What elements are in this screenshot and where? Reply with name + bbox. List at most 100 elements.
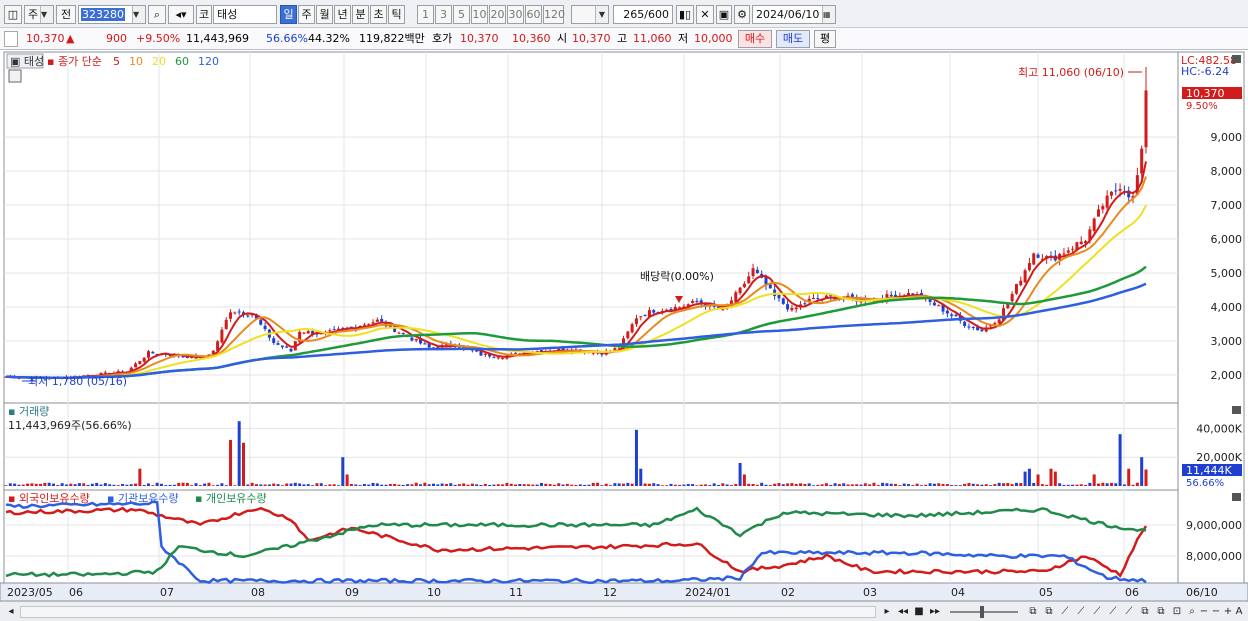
window-menu-icon[interactable]: ◫: [4, 5, 22, 24]
period-button-1[interactable]: 주: [298, 5, 315, 24]
scroll-left-icon[interactable]: ◂: [4, 605, 18, 619]
volume-bar: [181, 482, 185, 486]
gear-icon[interactable]: ⚙: [734, 5, 750, 24]
tool-icon[interactable]: ⊡: [1170, 605, 1184, 619]
period-button-0[interactable]: 일: [280, 5, 297, 24]
candle-type-icon[interactable]: ▮▯: [676, 5, 694, 24]
candle-body: [280, 345, 284, 348]
zoom-icon[interactable]: ⌕: [1186, 605, 1198, 619]
candle-body: [738, 287, 742, 294]
x-axis-label: 02: [781, 586, 795, 599]
stock-code-input[interactable]: 323280 ▼: [78, 5, 146, 24]
period-button-6[interactable]: 틱: [388, 5, 405, 24]
rewind-icon[interactable]: ◂◂: [896, 605, 910, 619]
calendar-icon[interactable]: ▦: [822, 6, 835, 23]
layout-icon-2[interactable]: ⧉: [1042, 605, 1056, 619]
volume-bar: [561, 484, 565, 486]
candle-body: [742, 283, 746, 288]
price-tick-label: 8,000: [1211, 165, 1243, 178]
interval-button-60[interactable]: 60: [525, 5, 542, 24]
interval-button-20[interactable]: 20: [489, 5, 506, 24]
zoom-slider[interactable]: [950, 611, 1018, 613]
search-icon[interactable]: ⌕: [148, 5, 166, 24]
date-field[interactable]: 2024/06/10 ▦: [752, 5, 836, 24]
interval-button-30[interactable]: 30: [507, 5, 524, 24]
volume-bar: [155, 482, 159, 486]
period-button-4[interactable]: 분: [352, 5, 369, 24]
interval-button-3[interactable]: 3: [435, 5, 452, 24]
period-button-3[interactable]: 년: [334, 5, 351, 24]
volume-bar: [1053, 471, 1057, 486]
draw-icon-4[interactable]: ⟋: [1106, 605, 1120, 619]
stock-name-field[interactable]: 태성: [213, 5, 277, 24]
copy-icon-2[interactable]: ⧉: [1154, 605, 1168, 619]
eval-button[interactable]: 평: [814, 30, 836, 48]
scroll-track[interactable]: [20, 606, 876, 618]
draw-icon-5[interactable]: ⟋: [1122, 605, 1136, 619]
draw-icon-2[interactable]: ⟋: [1074, 605, 1088, 619]
volume-bar: [488, 484, 492, 486]
candle-body: [967, 326, 971, 328]
x-axis-label: 06: [1125, 586, 1139, 599]
crosshair-icon[interactable]: ✕: [696, 5, 714, 24]
candle-body: [634, 318, 638, 325]
interval-button-10[interactable]: 10: [471, 5, 488, 24]
stop-icon[interactable]: ■: [912, 605, 926, 619]
volume-bar: [453, 484, 457, 486]
candle-body: [803, 303, 807, 305]
prev-button[interactable]: 전: [56, 5, 76, 24]
scroll-right-icon[interactable]: ▸: [880, 605, 894, 619]
volume-bar: [729, 485, 733, 486]
volume-bar: [30, 483, 34, 486]
volume-bar: [630, 483, 634, 486]
candle-body: [138, 361, 142, 364]
volume-bar: [423, 482, 427, 486]
zoom-slider-handle[interactable]: [980, 606, 984, 618]
candle-body: [414, 338, 418, 341]
layout-icon[interactable]: ⧉: [1026, 605, 1040, 619]
type-button[interactable]: 코: [196, 5, 212, 24]
volume-bar: [380, 484, 384, 486]
sell-button[interactable]: 매도: [776, 30, 810, 48]
stock-chart[interactable]: 9,000 8,000 7,000 6,000 5,000 4,000 3,000 2,000…: [0, 50, 1248, 601]
draw-icon-3[interactable]: ⟋: [1090, 605, 1104, 619]
volume-bar: [799, 483, 803, 486]
period-button-5[interactable]: 초: [370, 5, 387, 24]
volume-bar: [751, 483, 755, 486]
volume-bar: [660, 485, 664, 486]
period-button-2[interactable]: 월: [316, 5, 333, 24]
candle-body: [134, 363, 138, 368]
volume-bar: [980, 484, 984, 486]
interval-button-5[interactable]: 5: [453, 5, 470, 24]
zoom-out-icon[interactable]: −: [1198, 605, 1210, 619]
volume-bar: [73, 484, 77, 486]
interval-button-120[interactable]: 120: [543, 5, 565, 24]
market-select[interactable]: 주 ▼: [24, 5, 54, 24]
candle-body: [786, 304, 790, 310]
volume-bar: [172, 484, 176, 486]
candle-body: [229, 312, 233, 319]
font-size-icon[interactable]: A: [1232, 605, 1246, 619]
volume-bar: [924, 484, 928, 486]
save-icon[interactable]: ▣: [716, 5, 732, 24]
interval-select[interactable]: ▼: [571, 5, 609, 24]
speaker-icon[interactable]: ◂▾: [168, 5, 194, 24]
candle-body: [1101, 206, 1105, 210]
volume-bar: [496, 484, 500, 486]
volume-bar: [552, 484, 556, 486]
count-field[interactable]: 265/600: [613, 5, 673, 24]
draw-icon[interactable]: ⟋: [1058, 605, 1072, 619]
fast-forward-icon[interactable]: ▸▸: [928, 605, 942, 619]
minus-icon[interactable]: −: [1210, 605, 1222, 619]
volume-bar: [872, 482, 876, 486]
volume-bar: [717, 485, 720, 486]
volume-bar: [604, 483, 608, 486]
volume-bar: [159, 483, 163, 486]
chevron-down-icon[interactable]: ▼: [132, 6, 145, 23]
copy-icon[interactable]: ⧉: [1138, 605, 1152, 619]
quote-toggle[interactable]: [4, 31, 18, 47]
candle-body: [777, 295, 781, 299]
chart-area[interactable]: 9,000 8,000 7,000 6,000 5,000 4,000 3,000 2,000…: [0, 50, 1248, 601]
interval-button-1[interactable]: 1: [417, 5, 434, 24]
buy-button[interactable]: 매수: [738, 30, 772, 48]
